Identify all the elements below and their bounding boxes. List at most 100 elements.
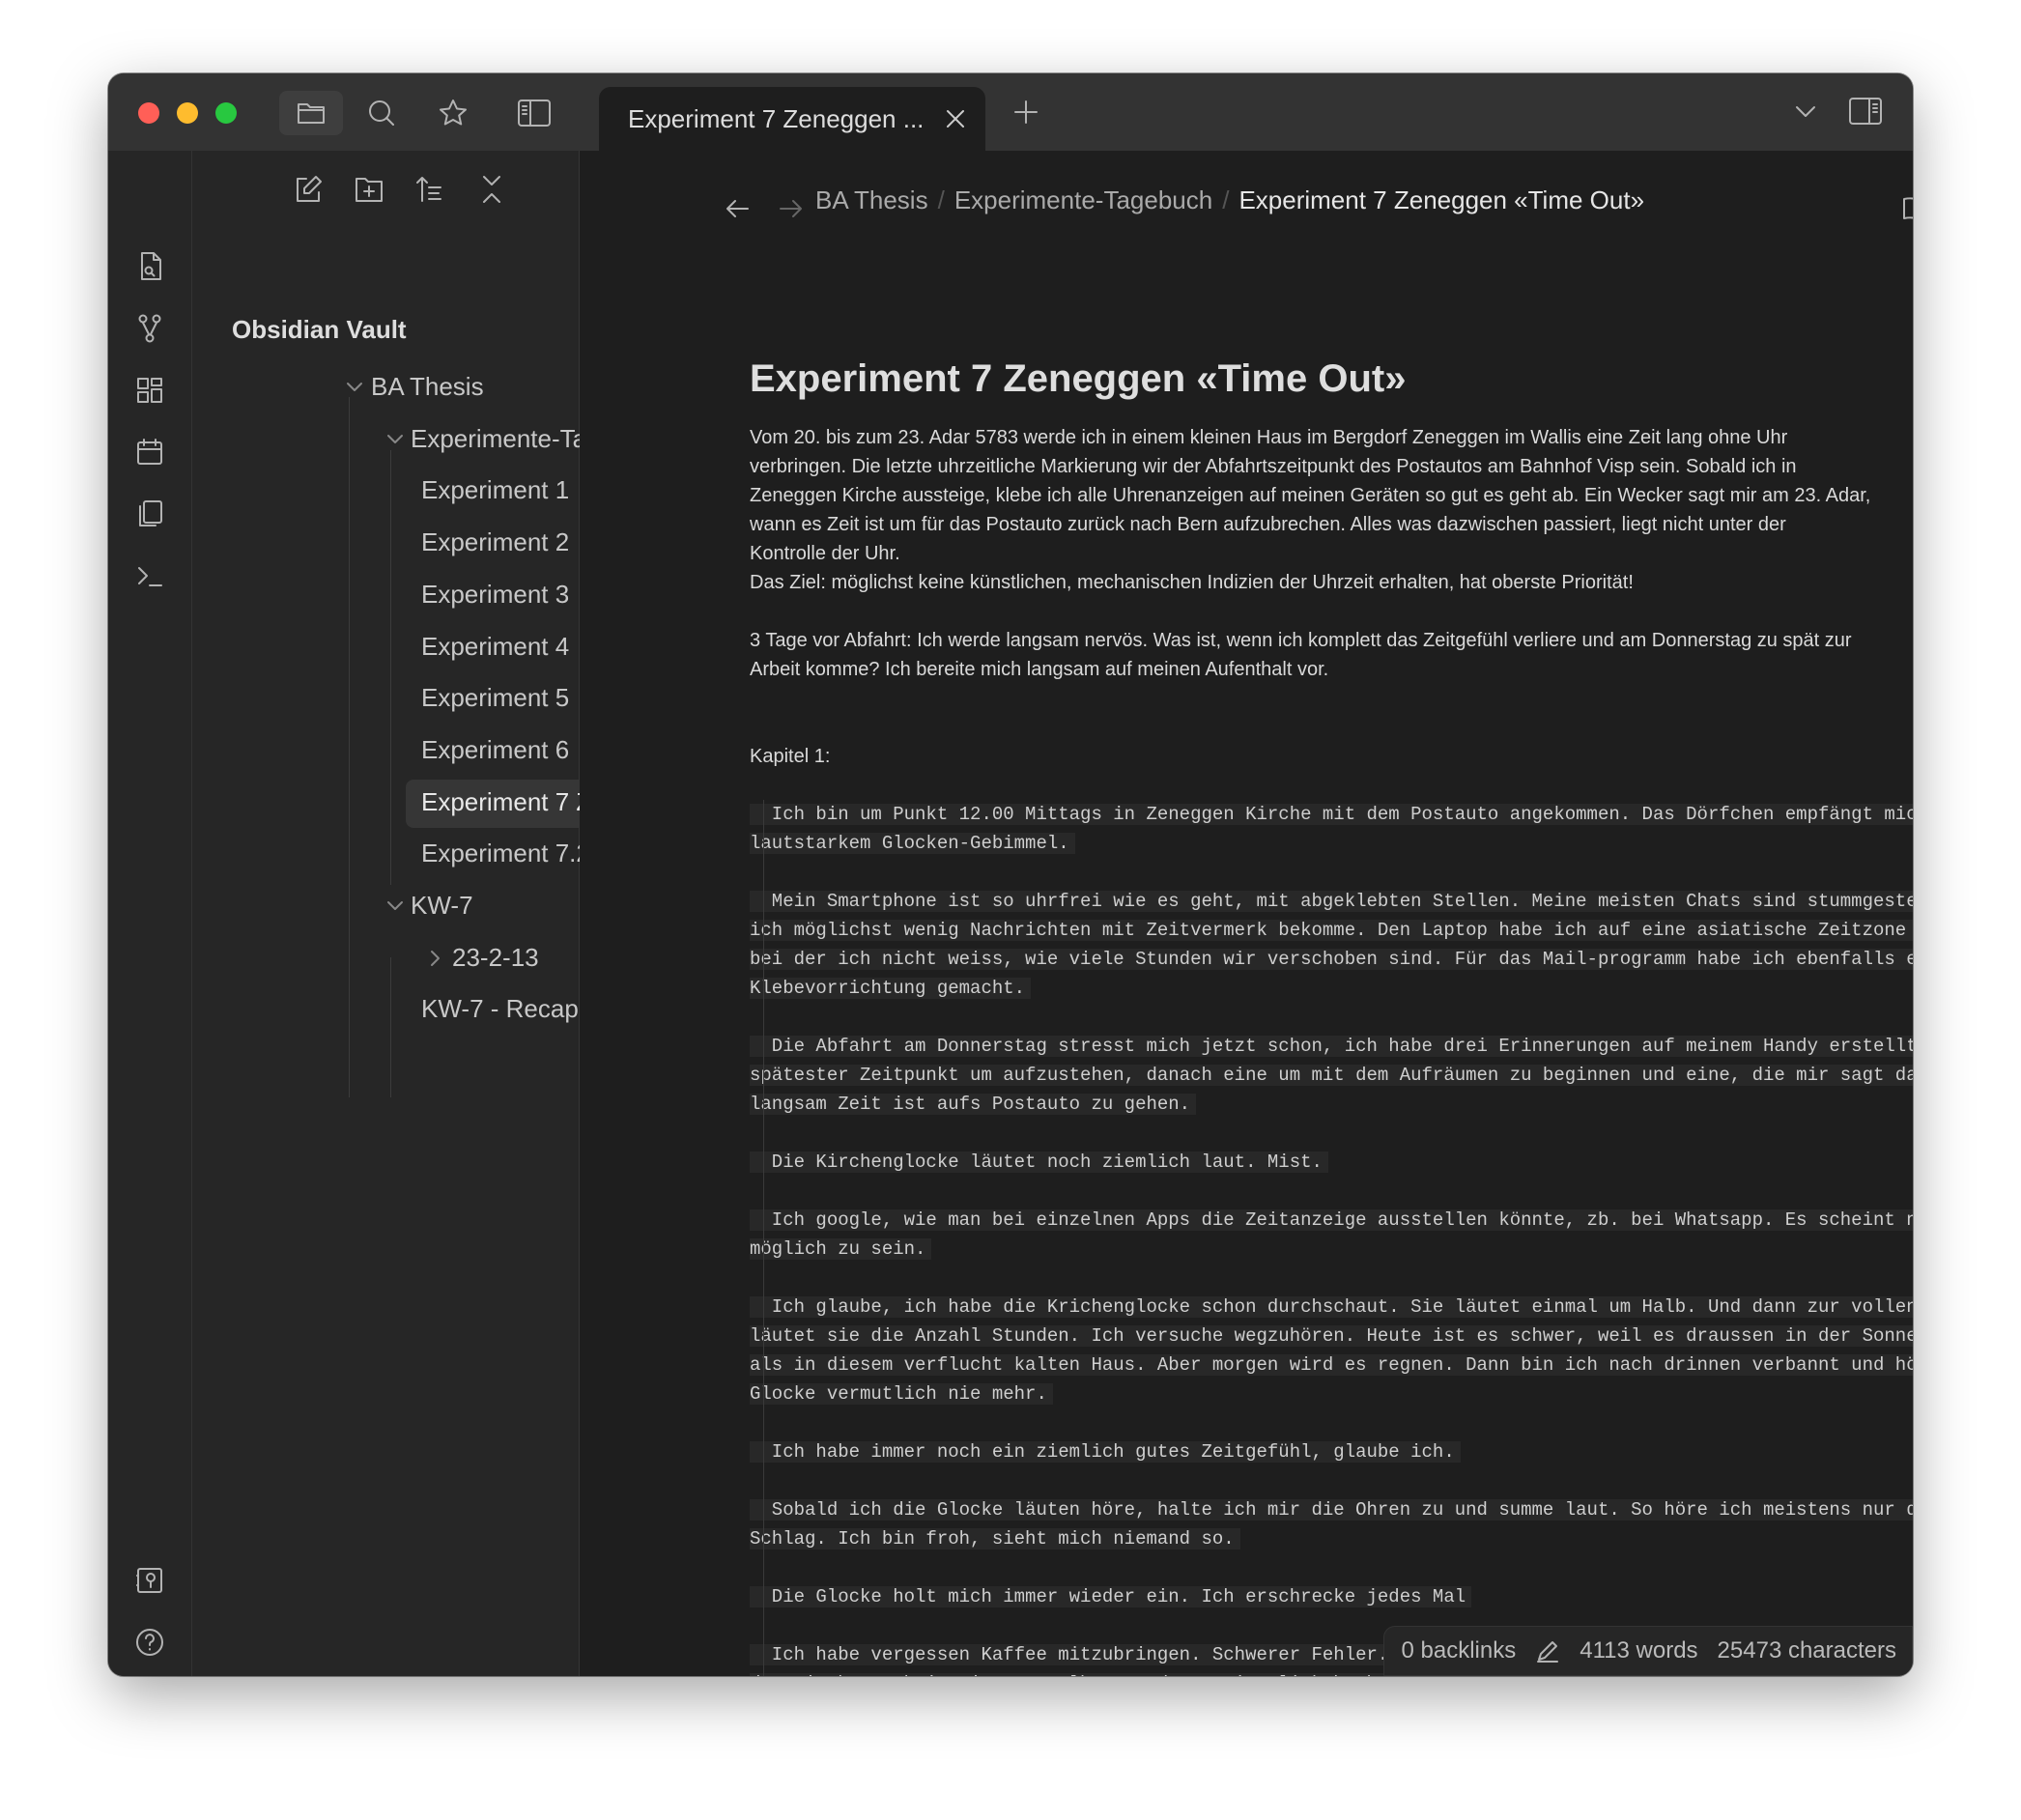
tree-indent-guide <box>390 450 391 885</box>
help-icon[interactable] <box>130 1623 169 1662</box>
sort-order-icon[interactable] <box>411 170 449 209</box>
tree-file[interactable]: Experiment 5 <box>421 683 569 713</box>
breadcrumb-folder[interactable]: BA Thesis <box>815 185 928 214</box>
code-line: langsam Zeit ist aufs Postauto zu gehen. <box>750 1090 1913 1119</box>
code-line: möglich zu sein. <box>750 1235 1913 1264</box>
bookmark-star-icon[interactable] <box>433 93 473 133</box>
editing-mode-pencil-icon[interactable] <box>1535 1638 1560 1664</box>
backlinks-count[interactable]: 0 backlinks <box>1402 1637 1517 1664</box>
code-line: spätester Zeitpunkt um aufzustehen, dana… <box>750 1061 1913 1090</box>
line-text: wann es Zeit ist um für das Postauto zur… <box>750 514 1786 535</box>
line-text <box>750 1615 755 1636</box>
line-text: Vom 20. bis zum 23. Adar 5783 werde ich … <box>750 427 1788 448</box>
line-text: Die Glocke holt mich immer wieder ein. I… <box>750 1586 1472 1607</box>
chevron-right-icon[interactable] <box>424 947 447 970</box>
tree-folder[interactable]: BA Thesis <box>371 372 484 402</box>
tree-folder[interactable]: 23-2-13 <box>452 943 539 973</box>
new-tab-plus-icon[interactable] <box>1007 93 1045 131</box>
line-text <box>750 1180 755 1202</box>
toggle-right-sidebar-icon[interactable] <box>1845 91 1886 131</box>
ribbon <box>108 151 192 1676</box>
forward-arrow-icon[interactable] <box>774 191 809 226</box>
tree-file[interactable]: Experiment 2 <box>421 527 569 557</box>
code-line: ich möglichst wenig Nachrichten mit Zeit… <box>750 916 1913 945</box>
line-text: Sobald ich die Glocke läuten höre, halte… <box>750 1499 1913 1521</box>
files-folder-icon[interactable] <box>279 91 343 135</box>
line-text: möglich zu sein. <box>750 1238 932 1260</box>
character-count: 25473 characters <box>1717 1637 1896 1664</box>
tree-file[interactable]: Experiment 4 <box>421 632 569 662</box>
code-line: Ich bin um Punkt 12.00 Mittags in Zenegg… <box>750 800 1913 829</box>
line-text <box>750 862 755 883</box>
daily-note-calendar-icon[interactable] <box>130 433 169 471</box>
text-line <box>750 684 1913 713</box>
templates-copy-icon[interactable] <box>130 495 169 533</box>
reading-view-book-icon[interactable] <box>1897 189 1913 228</box>
line-text: Ich habe immer noch ein ziemlich gutes Z… <box>750 1441 1461 1463</box>
back-arrow-icon[interactable] <box>720 191 754 226</box>
code-line: Ich habe immer noch ein ziemlich gutes Z… <box>750 1437 1913 1466</box>
code-line: läutet sie die Anzahl Stunden. Ich versu… <box>750 1322 1913 1351</box>
tree-file[interactable]: Experiment 3 <box>421 580 569 610</box>
line-text <box>750 1470 755 1492</box>
line-text: lautstarkem Glocken-Gebimmel. <box>750 833 1075 854</box>
line-text: Die Abfahrt am Donnerstag stresst mich j… <box>750 1036 1913 1057</box>
line-text <box>750 1412 755 1434</box>
chevron-down-icon[interactable] <box>384 895 407 918</box>
zoom-window-button[interactable] <box>215 102 237 124</box>
code-line <box>750 858 1913 887</box>
tree-file[interactable]: Experiment 1 <box>421 475 569 505</box>
code-line <box>750 1119 1913 1148</box>
chevron-down-icon[interactable] <box>384 428 407 451</box>
new-note-icon[interactable] <box>289 170 327 209</box>
toggle-left-sidebar-icon[interactable] <box>514 93 555 133</box>
code-line: Schlag. Ich bin froh, sieht mich niemand… <box>750 1524 1913 1553</box>
note-body[interactable]: Vom 20. bis zum 23. Adar 5783 werde ich … <box>750 423 1913 1676</box>
line-text: Ich google, wie man bei einzelnen Apps d… <box>750 1209 1913 1231</box>
line-text: Zeneggen Kirche aussteige, klebe ich all… <box>750 485 1871 506</box>
text-line: 3 Tage vor Abfahrt: Ich werde langsam ne… <box>750 626 1913 655</box>
tab-experiment-7[interactable]: Experiment 7 Zeneggen ... <box>599 87 985 151</box>
chevron-down-icon[interactable] <box>343 376 366 399</box>
text-line <box>750 597 1913 626</box>
line-text: Klebevorrichtung gemacht. <box>750 978 1032 999</box>
status-bar: 0 backlinks 4113 words 25473 characters <box>1382 1626 1913 1676</box>
line-text: Das Ziel: möglichst keine künstlichen, m… <box>750 572 1634 593</box>
breadcrumb-current-note[interactable]: Experiment 7 Zeneggen «Time Out» <box>1238 185 1644 214</box>
canvas-grid-icon[interactable] <box>130 371 169 410</box>
graph-view-icon[interactable] <box>130 309 169 348</box>
breadcrumb-subfolder[interactable]: Experimente-Tagebuch <box>954 185 1212 214</box>
open-quick-switcher-icon[interactable] <box>130 247 169 286</box>
text-line <box>750 713 1913 742</box>
minimize-window-button[interactable] <box>177 102 198 124</box>
line-text: Glocke vermutlich nie mehr. <box>750 1383 1053 1405</box>
search-icon[interactable] <box>361 93 402 133</box>
code-line: Ich google, wie man bei einzelnen Apps d… <box>750 1206 1913 1235</box>
close-window-button[interactable] <box>138 102 159 124</box>
line-text: Ich bin um Punkt 12.00 Mittags in Zenegg… <box>750 804 1913 825</box>
collapse-all-icon[interactable] <box>472 170 511 209</box>
code-line: als in diesem verflucht kalten Haus. Abe… <box>750 1351 1913 1379</box>
tab-list-chevron-down-icon[interactable] <box>1789 95 1822 129</box>
line-text <box>750 1123 755 1144</box>
tree-file[interactable]: Experiment 6 <box>421 735 569 765</box>
new-folder-icon[interactable] <box>350 170 388 209</box>
line-text: läutet sie die Anzahl Stunden. Ich versu… <box>750 1325 1913 1347</box>
command-palette-terminal-icon[interactable] <box>130 556 169 595</box>
tree-folder[interactable]: KW-7 <box>411 891 473 921</box>
tree-file[interactable]: KW-7 - Recap <box>421 994 579 1024</box>
vault-switcher-icon[interactable] <box>130 1561 169 1600</box>
line-text: spätester Zeitpunkt um aufzustehen, dana… <box>750 1065 1913 1086</box>
text-line: Arbeit komme? Ich bereite mich langsam a… <box>750 655 1913 684</box>
code-line <box>750 1466 1913 1495</box>
note-title: Experiment 7 Zeneggen «Time Out» <box>750 357 1407 400</box>
line-text: Mein Smartphone ist so uhrfrei wie es ge… <box>750 891 1913 912</box>
line-text: Kontrolle der Uhr. <box>750 543 900 564</box>
tab-title: Experiment 7 Zeneggen ... <box>628 103 925 133</box>
file-explorer: Obsidian Vault BA Thesis Experimente-Tage… <box>192 151 664 1676</box>
line-text: 3 Tage vor Abfahrt: Ich werde langsam ne… <box>750 630 1852 651</box>
line-text: Kapitel 1: <box>750 746 831 767</box>
code-line: Die Abfahrt am Donnerstag stresst mich j… <box>750 1032 1913 1061</box>
close-tab-icon[interactable] <box>945 108 966 129</box>
text-line: Kontrolle der Uhr. <box>750 539 1913 568</box>
